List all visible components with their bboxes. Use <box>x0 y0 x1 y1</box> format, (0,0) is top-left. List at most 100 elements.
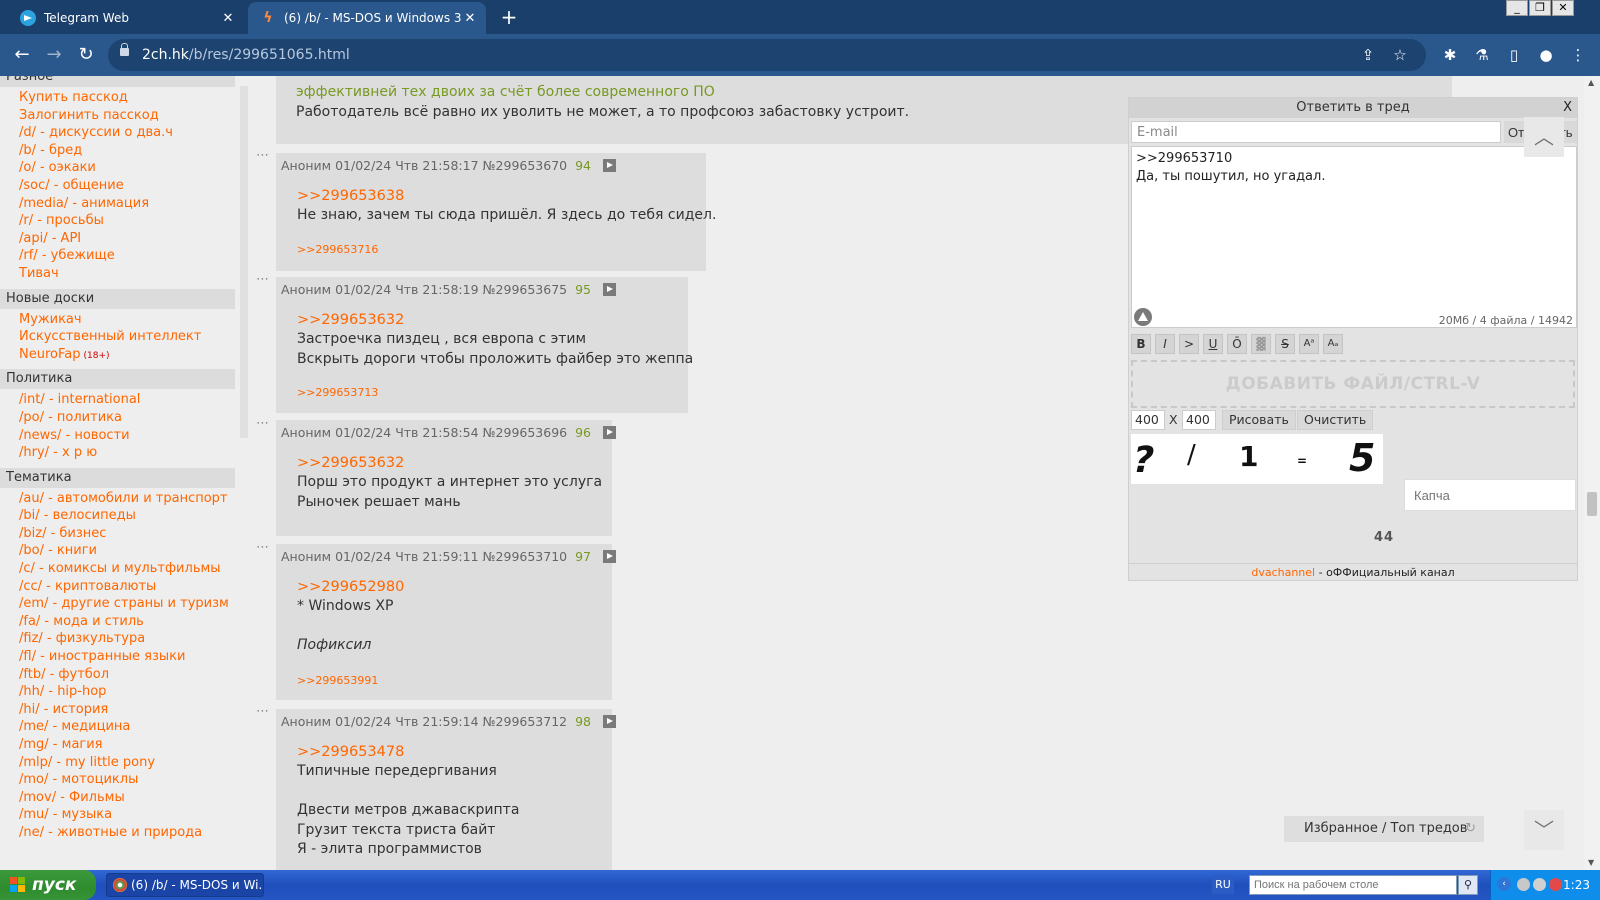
post-menu-arrow-icon[interactable] <box>602 426 616 439</box>
desktop-search-input[interactable] <box>1249 875 1457 895</box>
post-menu-icon[interactable]: ⋯ <box>256 272 269 287</box>
reply-link[interactable]: >>299652980 <box>297 578 404 597</box>
language-indicator[interactable]: RU <box>1212 876 1234 894</box>
sidebar-item[interactable]: Тивач <box>0 265 236 283</box>
network-icon[interactable] <box>1517 878 1530 891</box>
sidebar-item[interactable]: Залогинить пасскод <box>0 107 236 125</box>
share-icon[interactable]: ⇪ <box>1358 45 1378 65</box>
post-id[interactable]: №299653710 <box>483 549 568 564</box>
sidebar-item[interactable]: Купить пасскод <box>0 89 236 107</box>
reply-link[interactable]: >>299653478 <box>297 743 519 762</box>
post-id[interactable]: №299653670 <box>483 158 568 173</box>
scroll-down-arrow-icon[interactable]: ▼ <box>1588 858 1594 867</box>
post-menu-arrow-icon[interactable] <box>602 159 616 172</box>
sidebar-item[interactable]: /soc/ - общение <box>0 177 236 195</box>
post-id[interactable]: №299653712 <box>483 714 568 729</box>
sidebar-item[interactable]: /b/ - бред <box>0 142 236 160</box>
sidebar-item[interactable]: /em/ - другие страны и туризм <box>0 595 236 613</box>
bookmark-star-icon[interactable]: ☆ <box>1390 45 1410 65</box>
clear-button[interactable]: Очистить <box>1297 410 1374 430</box>
file-dropzone[interactable]: ДОБАВИТЬ ФАЙЛ/CTRL-V <box>1131 360 1575 408</box>
sidebar-item[interactable]: Искусственный интеллект <box>0 328 236 346</box>
post-menu-icon[interactable]: ⋯ <box>256 540 269 555</box>
canvas-height-field[interactable]: 400 <box>1182 410 1216 430</box>
quote-button[interactable]: > <box>1179 334 1199 354</box>
page-scrollbar[interactable]: ▲ ▼ <box>1584 76 1600 870</box>
scrollbar-thumb[interactable] <box>1587 492 1597 516</box>
post-id[interactable]: №299653675 <box>483 282 568 297</box>
canvas-width-field[interactable]: 400 <box>1131 410 1165 430</box>
start-button[interactable]: пуск <box>0 870 96 900</box>
subscript-button[interactable]: Aₐ <box>1323 334 1343 354</box>
captcha-input[interactable] <box>1404 479 1576 511</box>
italic-button[interactable]: I <box>1155 334 1175 354</box>
restore-button[interactable]: ❐ <box>1529 0 1551 16</box>
refresh-icon[interactable]: ↻ <box>1465 816 1476 842</box>
sidebar-item[interactable]: /mlp/ - my little pony <box>0 754 236 772</box>
scroll-up-button[interactable]: ︿ <box>1524 117 1564 157</box>
channel-link[interactable]: dvachannel <box>1251 566 1315 579</box>
new-tab-button[interactable]: + <box>498 6 520 28</box>
sidebar-item[interactable]: /fl/ - иностранные языки <box>0 648 236 666</box>
spoiler-button[interactable]: ▓ <box>1251 334 1271 354</box>
clock[interactable]: 1:23 <box>1563 870 1590 900</box>
sidebar-item[interactable]: /fiz/ - физкультура <box>0 630 236 648</box>
tab-telegram[interactable]: Telegram Web ✕ <box>8 2 244 34</box>
upload-icon[interactable] <box>1134 308 1152 326</box>
underline-button[interactable]: U <box>1203 334 1223 354</box>
tray-expand-icon[interactable]: ‹ <box>1497 877 1511 891</box>
sidebar-item[interactable]: /hh/ - hip-hop <box>0 683 236 701</box>
sidebar-item[interactable]: /mg/ - магия <box>0 736 236 754</box>
close-window-button[interactable]: ✕ <box>1552 0 1574 16</box>
sidebar-item[interactable]: /me/ - медицина <box>0 718 236 736</box>
overline-button[interactable]: Ō <box>1227 334 1247 354</box>
sidebar-item[interactable]: /hry/ - х р ю <box>0 444 236 462</box>
sidebar-item[interactable]: /bi/ - велосипеды <box>0 507 236 525</box>
menu-icon[interactable]: ⋮ <box>1568 45 1588 65</box>
sidebar-item[interactable]: /bo/ - книги <box>0 542 236 560</box>
post-replies-link[interactable]: >>299653716 <box>297 243 378 256</box>
search-icon[interactable]: ⚲ <box>1458 875 1478 895</box>
sidebar-item[interactable]: /c/ - комиксы и мультфильмы <box>0 560 236 578</box>
sidebar-item[interactable]: /api/ - API <box>0 230 236 248</box>
address-bar[interactable]: 2ch.hk/b/res/299651065.html ⇪ ☆ <box>108 39 1426 71</box>
reply-link[interactable]: >>299653632 <box>297 454 602 473</box>
sidebar-item[interactable]: /mo/ - мотоциклы <box>0 771 236 789</box>
sidebar-item[interactable]: /o/ - оэкаки <box>0 159 236 177</box>
sidebar-item[interactable]: /fa/ - мода и стиль <box>0 613 236 631</box>
post-replies-link[interactable]: >>299653991 <box>297 674 378 687</box>
volume-icon[interactable] <box>1533 878 1546 891</box>
message-textarea[interactable]: >>299653710 Да, ты пошутил, но угадал. <box>1131 146 1577 328</box>
superscript-button[interactable]: Aᵃ <box>1299 334 1319 354</box>
antivirus-icon[interactable] <box>1549 878 1562 891</box>
post-id[interactable]: №299653696 <box>483 425 568 440</box>
sidebar-scrollbar[interactable] <box>240 86 248 438</box>
sidebar-item[interactable]: Мужикач <box>0 311 236 329</box>
scroll-down-button[interactable]: ﹀ <box>1524 810 1564 850</box>
sidebar-item[interactable]: /ne/ - животные и природа <box>0 824 236 842</box>
close-tab-icon[interactable]: ✕ <box>220 11 236 26</box>
sidebar-item[interactable]: /rf/ - убежище <box>0 247 236 265</box>
profile-icon[interactable]: ● <box>1536 45 1556 65</box>
close-form-button[interactable]: X <box>1563 98 1572 118</box>
scroll-up-arrow-icon[interactable]: ▲ <box>1588 78 1594 87</box>
sidebar-item[interactable]: /ftb/ - футбол <box>0 666 236 684</box>
sidebar-item[interactable]: /media/ - анимация <box>0 195 236 213</box>
minimize-button[interactable]: _ <box>1506 0 1528 16</box>
sidebar-item[interactable]: /cc/ - криптовалюты <box>0 578 236 596</box>
post-menu-icon[interactable]: ⋯ <box>256 704 269 719</box>
forward-icon[interactable]: → <box>42 43 66 67</box>
reply-form-title[interactable]: Ответить в тред <box>1129 98 1577 118</box>
extensions-icon[interactable]: ✱ <box>1440 45 1460 65</box>
sidebar-item-neurofap[interactable]: NeuroFap (18+) <box>0 346 236 364</box>
side-panel-icon[interactable]: ▯ <box>1504 45 1524 65</box>
favorites-panel[interactable]: Избранное / Топ тредов ↻ <box>1284 816 1484 842</box>
sidebar-item[interactable]: /mov/ - Фильмы <box>0 789 236 807</box>
strike-button[interactable]: S <box>1275 334 1295 354</box>
sidebar-item[interactable]: /po/ - политика <box>0 409 236 427</box>
sidebar-item[interactable]: /au/ - автомобили и транспорт <box>0 490 236 508</box>
reload-icon[interactable]: ↻ <box>74 43 98 67</box>
post-menu-arrow-icon[interactable] <box>602 715 616 728</box>
close-tab-icon[interactable]: ✕ <box>462 11 478 26</box>
reply-link[interactable]: >>299653638 <box>297 187 716 206</box>
